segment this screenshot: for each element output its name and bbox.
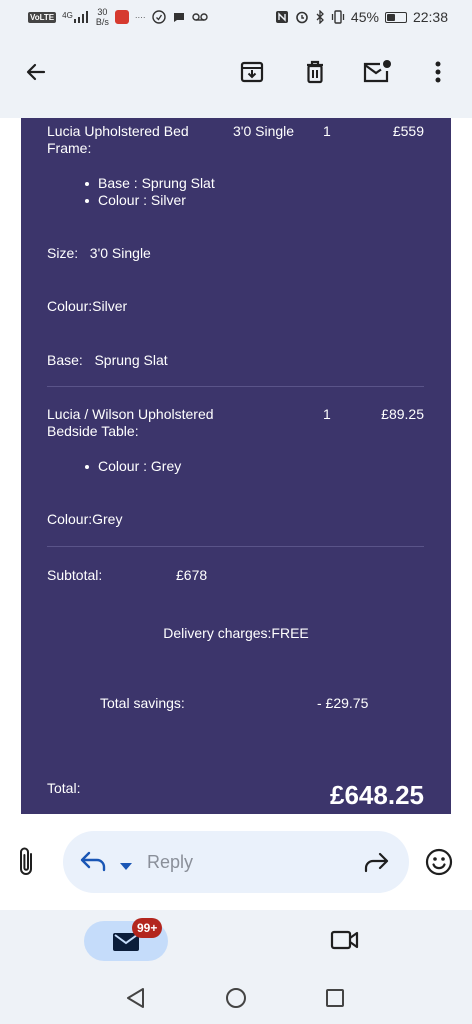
item-divider [47, 386, 424, 387]
item-qty: 1 [323, 123, 331, 139]
back-triangle-icon [127, 988, 144, 1008]
item-name: Lucia / Wilson Upholstered Bedside Table… [47, 406, 214, 439]
video-call-icon [330, 930, 359, 950]
clock: 22:38 [412, 9, 448, 25]
mark-unread-button[interactable] [357, 52, 397, 92]
chat-icon [173, 13, 184, 22]
net-speed-unit: B/s [95, 17, 109, 27]
vibrate-icon [331, 10, 345, 24]
status-bar: VoLTE 4G 30 B/s ···· 45% 22:38 [0, 0, 472, 34]
archive-button[interactable] [232, 52, 272, 92]
subtotal-label: Subtotal: [47, 567, 103, 583]
mark-unread-icon [363, 60, 391, 83]
emoji-icon [425, 848, 453, 876]
net-speed-value: 30 [97, 7, 108, 17]
reply-label: Reply [147, 852, 194, 872]
emoji-button[interactable] [425, 848, 453, 881]
more-options-icon [435, 61, 441, 83]
savings-label: Total savings: [100, 695, 185, 711]
battery-icon [384, 11, 407, 23]
item-option: Base : Sprung Slat [85, 175, 215, 192]
email-toolbar [0, 34, 472, 118]
home-circle-icon [226, 988, 246, 1008]
volte-icon: VoLTE [28, 11, 57, 23]
archive-icon [240, 61, 264, 83]
reply-dropdown-button[interactable] [119, 858, 133, 876]
subtotal-value: £678 [176, 567, 208, 583]
delete-button[interactable] [295, 52, 335, 92]
item-option: Colour : Grey [85, 458, 181, 475]
item-size-line: Size: 3'0 Single [47, 245, 151, 261]
app-notification-icon [114, 10, 129, 24]
system-home-button[interactable] [225, 987, 247, 1014]
more-options-button[interactable] [418, 52, 458, 92]
item-colour-line: Colour:Silver [47, 298, 128, 314]
attach-button[interactable] [16, 846, 46, 878]
attachment-icon [20, 847, 32, 875]
total-value: £648.25 [330, 780, 424, 810]
nfc-icon [275, 11, 288, 23]
order-summary-panel: Lucia Upholstered Bed Frame: 3'0 Single … [21, 118, 451, 814]
network-speed: 30 B/s [96, 7, 109, 27]
item-price: £559 [392, 123, 424, 139]
item-divider [47, 546, 424, 547]
alarm-icon [296, 11, 308, 24]
forward-icon [364, 852, 389, 873]
reply-field[interactable]: Reply [63, 831, 409, 893]
email-body: Lucia Upholstered Bed Frame: 3'0 Single … [0, 118, 472, 814]
item-name: Lucia Upholstered Bed Frame: [47, 123, 189, 156]
back-arrow-icon [26, 63, 46, 81]
delivery-charges: Delivery charges:FREE [163, 625, 309, 641]
item-colour-line: Colour:Grey [47, 511, 123, 527]
reply-bar: Reply [0, 814, 472, 910]
item-options: Colour : Grey [85, 458, 181, 475]
battery-percent: 45% [350, 9, 379, 25]
item-size: 3'0 Single [233, 123, 295, 139]
system-back-button[interactable] [124, 986, 146, 1015]
reply-arrow-icon [80, 851, 106, 872]
signal-icon: 4G [62, 11, 90, 23]
system-recents-button[interactable] [325, 988, 345, 1013]
system-navigation [0, 972, 472, 1024]
delete-icon [307, 60, 323, 84]
item-base-line: Base: Sprung Slat [47, 352, 168, 368]
item-option: Colour : Silver [85, 192, 215, 209]
forward-button[interactable] [363, 851, 389, 878]
meet-tab[interactable] [330, 928, 360, 957]
shield-icon [151, 10, 166, 24]
unread-badge: 99+ [132, 918, 163, 938]
dots-icon: ···· [134, 12, 146, 22]
reply-dropdown-icon [120, 863, 132, 870]
bottom-navigation: 99+ [0, 910, 472, 972]
battery-fill [386, 13, 395, 21]
item-qty: 1 [323, 406, 331, 422]
back-button[interactable] [16, 52, 56, 92]
recents-square-icon [326, 989, 344, 1007]
item-options: Base : Sprung Slat Colour : Silver [85, 175, 215, 209]
signal-label: 4G [62, 11, 73, 20]
savings-value: - £29.75 [317, 695, 369, 711]
item-price: £89.25 [381, 406, 424, 422]
voicemail-icon [191, 13, 208, 21]
reply-arrow-button[interactable] [79, 850, 107, 877]
bluetooth-icon [316, 10, 324, 24]
total-label: Total: [47, 780, 81, 796]
